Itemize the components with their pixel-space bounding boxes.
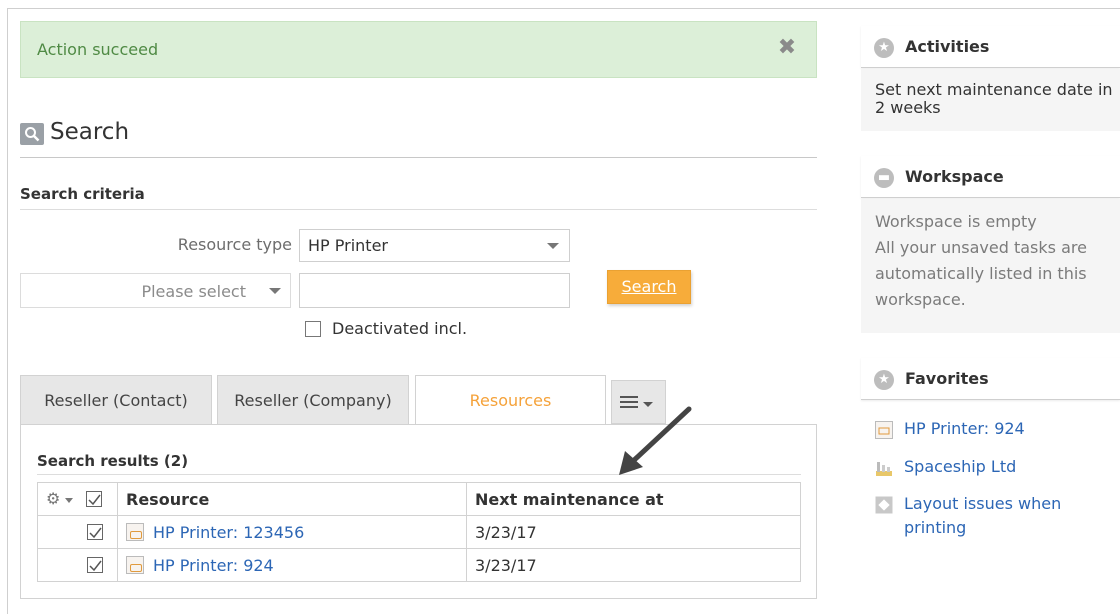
gear-icon[interactable]: ⚙: [46, 491, 62, 507]
deactivated-label: Deactivated incl.: [332, 319, 468, 338]
search-text-input[interactable]: [299, 273, 570, 308]
results-panel: Search results (2) ⚙ Resource Next maint…: [20, 424, 817, 599]
table-header-row: ⚙ Resource Next maintenance at: [37, 482, 801, 516]
search-field-placeholder: Please select: [141, 282, 246, 301]
tab-reseller-contact[interactable]: Reseller (Contact): [20, 375, 212, 425]
next-maintenance-cell: 3/23/17: [466, 515, 801, 549]
resource-type-label: Resource type: [177, 235, 292, 254]
deactivated-checkbox[interactable]: [305, 321, 321, 337]
search-heading: Search: [20, 118, 817, 158]
chevron-down-icon: [547, 243, 559, 249]
row-control-cell: [37, 548, 118, 582]
workspace-icon: ▬: [874, 168, 894, 188]
ticket-icon: [875, 496, 893, 514]
resource-type-value: HP Printer: [308, 236, 388, 255]
resource-cell: HP Printer: 924: [117, 548, 467, 582]
close-icon[interactable]: ✖: [776, 36, 798, 60]
next-maintenance-cell: 3/23/17: [466, 548, 801, 582]
tab-resources[interactable]: Resources: [415, 375, 606, 426]
search-button[interactable]: Search: [607, 270, 691, 304]
workspace-body: Workspace is empty All your unsaved task…: [861, 199, 1120, 333]
activities-text[interactable]: Set next maintenance date in 2 weeks: [875, 81, 1120, 117]
workspace-empty-text: Workspace is empty: [875, 212, 1037, 231]
column-resource[interactable]: Resource: [117, 482, 467, 516]
search-field-select[interactable]: Please select: [20, 273, 291, 308]
row-checkbox[interactable]: [87, 524, 103, 540]
favorites-header[interactable]: ★ Favorites: [861, 358, 1120, 400]
chevron-down-icon: [269, 288, 281, 294]
chevron-down-icon[interactable]: [65, 498, 73, 503]
star-icon: ★: [874, 370, 894, 390]
alert-message: Action succeed: [37, 40, 159, 59]
row-checkbox[interactable]: [87, 557, 103, 573]
workspace-text: Workspace is empty All your unsaved task…: [875, 209, 1105, 313]
activities-body: Set next maintenance date in 2 weeks: [861, 69, 1120, 131]
table-control-header: ⚙: [37, 482, 118, 516]
printer-icon: [875, 421, 893, 439]
table-row: HP Printer: 123456 3/23/17: [37, 515, 801, 549]
resource-link[interactable]: HP Printer: 123456: [153, 523, 304, 542]
company-icon: [875, 459, 893, 477]
annotation-arrow-icon: [619, 406, 692, 475]
printer-icon: [126, 522, 144, 541]
activities-header[interactable]: ★ Activities: [861, 26, 1120, 68]
row-control-cell: [37, 515, 118, 549]
activities-title: Activities: [905, 37, 990, 56]
workspace-hint-text: All your unsaved tasks are automatically…: [875, 238, 1087, 309]
favorite-label[interactable]: Layout issues when printing: [904, 492, 1104, 540]
search-title: Search: [50, 119, 130, 145]
column-next-maintenance[interactable]: Next maintenance at: [466, 482, 801, 516]
results-table: ⚙ Resource Next maintenance at HP Printe…: [37, 482, 801, 582]
select-all-checkbox[interactable]: [86, 491, 102, 507]
resource-cell: HP Printer: 123456: [117, 515, 467, 549]
workspace-header[interactable]: ▬ Workspace: [861, 156, 1120, 198]
favorite-label[interactable]: Spaceship Ltd: [904, 457, 1016, 476]
resource-link[interactable]: HP Printer: 924: [153, 556, 274, 575]
tab-reseller-company[interactable]: Reseller (Company): [217, 375, 409, 425]
table-row: HP Printer: 924 3/23/17: [37, 548, 801, 582]
favorites-title: Favorites: [905, 369, 989, 388]
search-criteria-title: Search criteria: [20, 185, 817, 210]
search-icon: [20, 123, 44, 145]
favorite-label[interactable]: HP Printer: 924: [904, 419, 1025, 438]
workspace-title: Workspace: [905, 167, 1004, 186]
printer-icon: [126, 555, 144, 574]
resource-type-select[interactable]: HP Printer: [299, 229, 570, 262]
star-icon: ★: [874, 38, 894, 58]
success-alert: Action succeed ✖: [20, 21, 817, 78]
